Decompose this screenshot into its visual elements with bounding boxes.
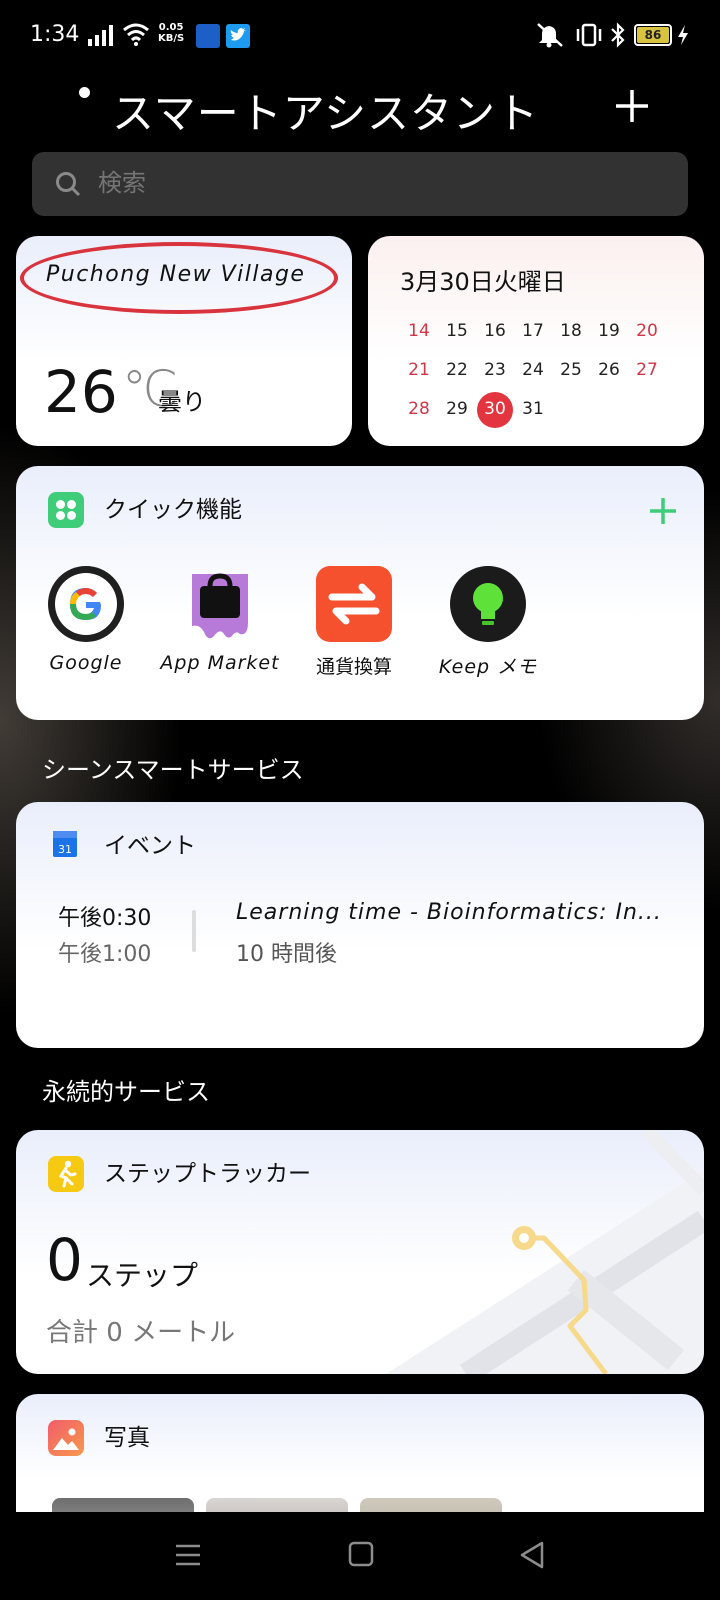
calendar-card[interactable]: 3月30日火曜日 14 15 16 17 18 19 20 21 22 23 2… [368, 236, 704, 446]
calendar-week: 14 15 16 17 18 19 20 [400, 312, 690, 351]
walking-icon [48, 1156, 84, 1192]
calendar-day[interactable]: 28 [400, 390, 438, 429]
add-card-button[interactable] [614, 88, 650, 124]
event-divider [192, 910, 196, 952]
step-tracker-card[interactable]: ステップトラッカー 0 ステップ 合計 0 メートル [16, 1130, 704, 1374]
google-icon [48, 566, 124, 642]
weather-temperature: 26 [44, 358, 118, 426]
calendar-icon: 31 [53, 831, 77, 857]
calendar-day-today[interactable]: 30 [476, 390, 514, 429]
add-quick-function-icon[interactable] [648, 496, 678, 526]
app-label: Google [49, 652, 123, 674]
app-market-icon [192, 573, 248, 639]
calendar-day[interactable]: 23 [476, 351, 514, 390]
search-icon [56, 172, 81, 197]
bluetooth-icon [611, 22, 625, 48]
calendar-day[interactable]: 19 [590, 312, 628, 351]
step-tracker-title: ステップトラッカー [104, 1161, 311, 1187]
calendar-day[interactable]: 16 [476, 312, 514, 351]
status-time: 1:34 [30, 22, 80, 47]
battery-icon: 86 [634, 24, 672, 46]
calendar-week: 28 29 30 31 [400, 390, 690, 429]
step-count: 0 [46, 1226, 83, 1294]
network-speed: 0.05 KB/S [158, 22, 185, 44]
calendar-day[interactable]: 14 [400, 312, 438, 351]
wifi-icon [123, 23, 149, 46]
event-card-title: イベント [104, 833, 196, 859]
search-input[interactable] [98, 152, 408, 216]
weather-card[interactable]: Puchong New Village 26 ℃ 曇り [16, 236, 352, 446]
step-unit: ステップ [86, 1259, 199, 1292]
app-currency-converter[interactable]: 通貨換算 [284, 564, 424, 684]
signal-icon [88, 25, 113, 46]
scene-services-heading: シーンスマートサービス [42, 756, 304, 784]
twitter-icon [226, 24, 250, 48]
calendar-week: 21 22 23 24 25 26 27 [400, 351, 690, 390]
event-name: Learning time - Bioinformatics: In... [236, 900, 662, 925]
charging-icon [678, 25, 688, 45]
app-app-market[interactable]: App Market [150, 564, 290, 684]
calendar-day[interactable]: 31 [514, 390, 552, 429]
calendar-day[interactable]: 20 [628, 312, 666, 351]
page-title: スマートアシスタント [112, 89, 540, 138]
currency-exchange-icon [316, 566, 392, 642]
calendar-day[interactable]: 29 [438, 390, 476, 429]
app-label: 通貨換算 [315, 656, 392, 678]
permanent-services-heading: 永続的サービス [42, 1078, 210, 1106]
quick-functions-icon [48, 492, 84, 528]
search-bar[interactable] [32, 152, 688, 216]
keep-lightbulb-icon [450, 566, 526, 642]
mute-icon [537, 23, 563, 48]
calendar-day[interactable]: 18 [552, 312, 590, 351]
calendar-day[interactable]: 21 [400, 351, 438, 390]
app-keep-notes[interactable]: Keep メモ [418, 564, 558, 684]
app-google[interactable]: Google [16, 564, 156, 684]
quick-functions-card: クイック機能 Google App Market 通貨換算 Keep メモ [16, 466, 704, 720]
calendar-day[interactable]: 26 [590, 351, 628, 390]
app-label: App Market [160, 652, 280, 674]
weather-condition: 曇り [158, 388, 206, 416]
calendar-date: 3月30日火曜日 [400, 268, 566, 296]
event-relative-time: 10 時間後 [236, 942, 337, 967]
weather-location: Puchong New Village [46, 262, 306, 287]
calendar-day[interactable]: 25 [552, 351, 590, 390]
step-total-distance: 合計 0 メートル [46, 1318, 236, 1348]
calendar-day[interactable]: 27 [628, 351, 666, 390]
calendar-day[interactable]: 24 [514, 351, 552, 390]
event-card[interactable]: 31 イベント 午後0:30 午後1:00 Learning time - Bi… [16, 802, 704, 1048]
calendar-day[interactable]: 17 [514, 312, 552, 351]
event-start-time: 午後0:30 [58, 906, 152, 931]
photos-icon [48, 1420, 84, 1456]
svg-text:31: 31 [58, 843, 72, 856]
vibrate-icon [576, 23, 602, 47]
calendar-day[interactable]: 15 [438, 312, 476, 351]
quick-functions-title: クイック機能 [104, 497, 242, 523]
photos-title: 写真 [104, 1425, 150, 1451]
event-end-time: 午後1:00 [58, 942, 152, 967]
calendar-grid: 14 15 16 17 18 19 20 21 22 23 24 25 26 2… [400, 312, 690, 429]
app-notification-icon [196, 24, 220, 48]
home-icon[interactable] [348, 1540, 374, 1568]
back-icon[interactable] [518, 1540, 546, 1570]
page-indicator-dot [79, 87, 90, 98]
app-label: Keep メモ [438, 656, 538, 678]
recent-apps-icon[interactable] [174, 1542, 202, 1568]
battery-level: 86 [637, 27, 669, 43]
navigation-bar [0, 1512, 720, 1600]
calendar-day[interactable]: 22 [438, 351, 476, 390]
status-bar: 1:34 0.05 KB/S 86 [0, 0, 720, 72]
route-map-illustration [386, 1130, 704, 1374]
